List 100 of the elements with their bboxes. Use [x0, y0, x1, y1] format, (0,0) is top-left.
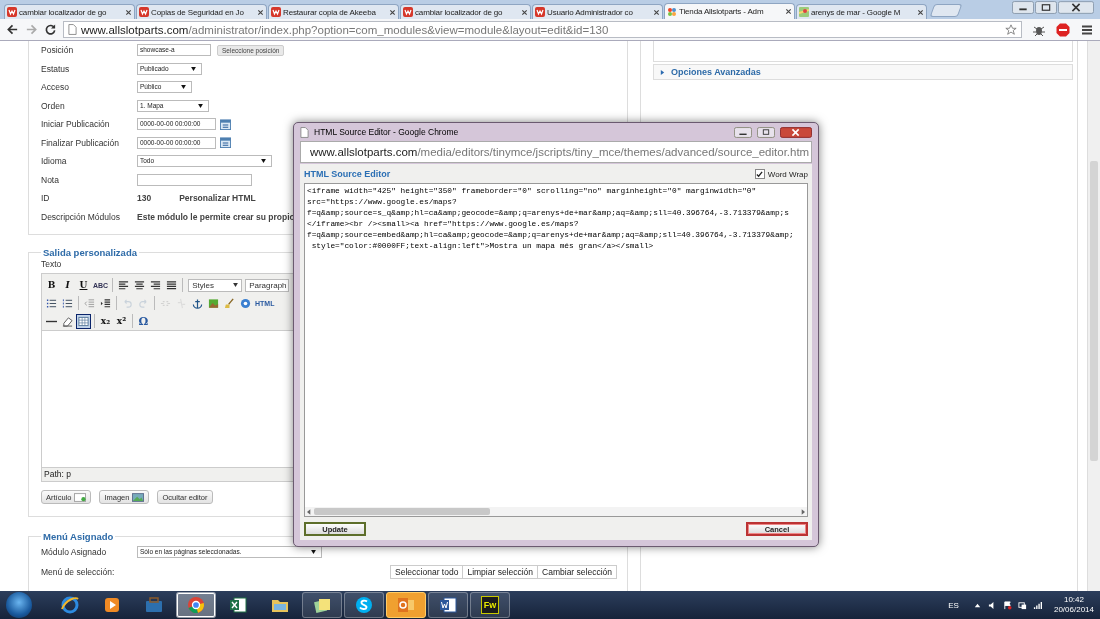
document-icon [438, 595, 458, 615]
favicon-icon [403, 7, 413, 17]
calendar-icon[interactable] [220, 118, 231, 130]
superscript-button[interactable]: x² [114, 313, 129, 329]
scroll-left-icon[interactable] [305, 507, 313, 516]
language-indicator[interactable]: ES [948, 600, 959, 610]
stop-sign-icon[interactable] [1056, 22, 1070, 37]
flag-icon[interactable] [1002, 600, 1012, 610]
caret-icon [233, 283, 239, 287]
menu-selection-button[interactable]: Limpiar selección [462, 564, 539, 579]
browser-tab[interactable]: Restaurar copia de Akeeba [268, 4, 399, 19]
field-label: Orden [41, 100, 66, 111]
spreadsheet-icon [228, 595, 248, 615]
network-icon[interactable] [1017, 600, 1027, 610]
close-icon[interactable] [1058, 1, 1094, 14]
taskbar-button[interactable]: Fw [470, 592, 510, 618]
close-icon[interactable] [653, 8, 660, 16]
clock-date[interactable]: 20/06/2014 [1053, 605, 1094, 615]
browser-tab[interactable]: Copias de Seguridad en Jo [136, 4, 267, 19]
favicon-icon [667, 6, 677, 17]
clock-time[interactable]: 10:42 [1063, 595, 1084, 605]
field-value: Personalizar HTML [179, 193, 256, 204]
back-icon[interactable] [6, 23, 19, 36]
table-button[interactable] [76, 313, 91, 329]
close-icon[interactable] [125, 8, 132, 16]
table-icon [77, 315, 90, 327]
calendar-icon[interactable] [220, 137, 231, 149]
restore-icon[interactable] [1035, 1, 1057, 14]
address-bar[interactable]: www.allslotparts.com/administrator/index.php?option=com_modules&view=module&layout=edit&id=130 [63, 21, 1022, 38]
restore-icon[interactable] [757, 126, 775, 138]
start-button[interactable] [6, 592, 32, 618]
close-icon[interactable] [785, 8, 792, 15]
caret-icon [311, 549, 316, 554]
menu-selection-button[interactable]: Seleccionar todo [390, 564, 464, 579]
scrollbar[interactable] [305, 507, 807, 516]
field-label: Finalizar Publicación [41, 137, 120, 148]
page-icon [300, 126, 309, 138]
browser-tab[interactable]: Tienda Allslotparts - Adm [664, 3, 795, 19]
styles-dropdown[interactable]: Styles [188, 278, 243, 292]
article-icon [74, 492, 87, 502]
favicon-icon [271, 7, 281, 17]
bullet-list-icon [45, 297, 58, 309]
browser-tab[interactable]: Usuario Administrador co [532, 4, 663, 19]
align-right-icon [149, 279, 163, 291]
ring-icon [60, 595, 80, 615]
browser-tab[interactable]: cambiar localizador de go [400, 4, 531, 19]
browser-tab[interactable]: arenys de mar - Google M [796, 4, 927, 19]
format-dropdown[interactable]: Paragraph [245, 278, 290, 292]
image-icon [207, 297, 220, 309]
minimize-icon[interactable] [1012, 1, 1034, 14]
align-center-icon [133, 279, 147, 291]
scroll-right-icon[interactable] [799, 507, 807, 516]
field-value: Este módulo le permite crear su propio [137, 211, 295, 222]
caret-icon [181, 85, 186, 90]
play-icon [102, 595, 122, 615]
image-icon [132, 492, 145, 502]
minimize-icon[interactable] [734, 126, 752, 138]
italic-button[interactable]: I [60, 277, 75, 293]
note-field[interactable] [137, 173, 252, 186]
mail-icon [396, 595, 416, 615]
signal-icon[interactable] [1032, 600, 1042, 610]
field-label: Descripción Módulos [41, 211, 121, 222]
browser-tab[interactable]: cambiar localizador de go [4, 4, 135, 19]
field-label: Texto [41, 259, 63, 269]
close-icon[interactable] [389, 8, 396, 16]
field-label: Acceso [41, 82, 70, 93]
close-icon[interactable] [780, 126, 812, 138]
checkbox-label: Word Wrap [767, 169, 808, 179]
broom-icon [223, 297, 236, 309]
menu-selection-button[interactable]: Cambiar selección [537, 564, 617, 579]
reload-icon[interactable] [44, 23, 57, 36]
help-icon [239, 297, 252, 309]
favicon-icon [7, 7, 17, 17]
star-icon[interactable] [1005, 23, 1017, 36]
indent-icon [99, 297, 112, 309]
caret-icon [198, 103, 203, 108]
dialog-title: HTML Source Editor [304, 169, 391, 179]
address-bar[interactable]: www.allslotparts.com/media/editors/tinymce/jscripts/tiny_mce/themes/advanced/source_editor.htm [300, 141, 812, 163]
section-title: Salida personalizada [42, 247, 138, 258]
scrollbar[interactable] [1087, 41, 1100, 591]
field-label: Nota [41, 174, 60, 185]
subscript-button[interactable]: x₂ [98, 313, 113, 329]
field-label: Estatus [41, 63, 71, 74]
eraser-icon [61, 315, 74, 327]
field-label: Módulo Asignado [41, 546, 108, 557]
close-icon[interactable] [257, 8, 264, 16]
underline-button[interactable]: U [76, 277, 91, 293]
window-title: HTML Source Editor - Google Chrome [314, 127, 460, 137]
collapsible-section[interactable]: Opciones Avanzadas [653, 64, 1073, 80]
special-character-button[interactable]: Ω [136, 313, 151, 329]
close-icon[interactable] [521, 8, 528, 16]
toolbox-icon [144, 595, 164, 615]
field-label: Menú de selección: [41, 566, 116, 577]
word-wrap-checkbox[interactable] [754, 169, 765, 179]
outdent-icon [83, 297, 96, 309]
bold-button[interactable]: B [44, 277, 59, 293]
close-icon[interactable] [917, 8, 924, 16]
favicon-icon [535, 7, 545, 17]
field-label: Posición [41, 45, 75, 56]
favicon-icon [799, 7, 809, 17]
